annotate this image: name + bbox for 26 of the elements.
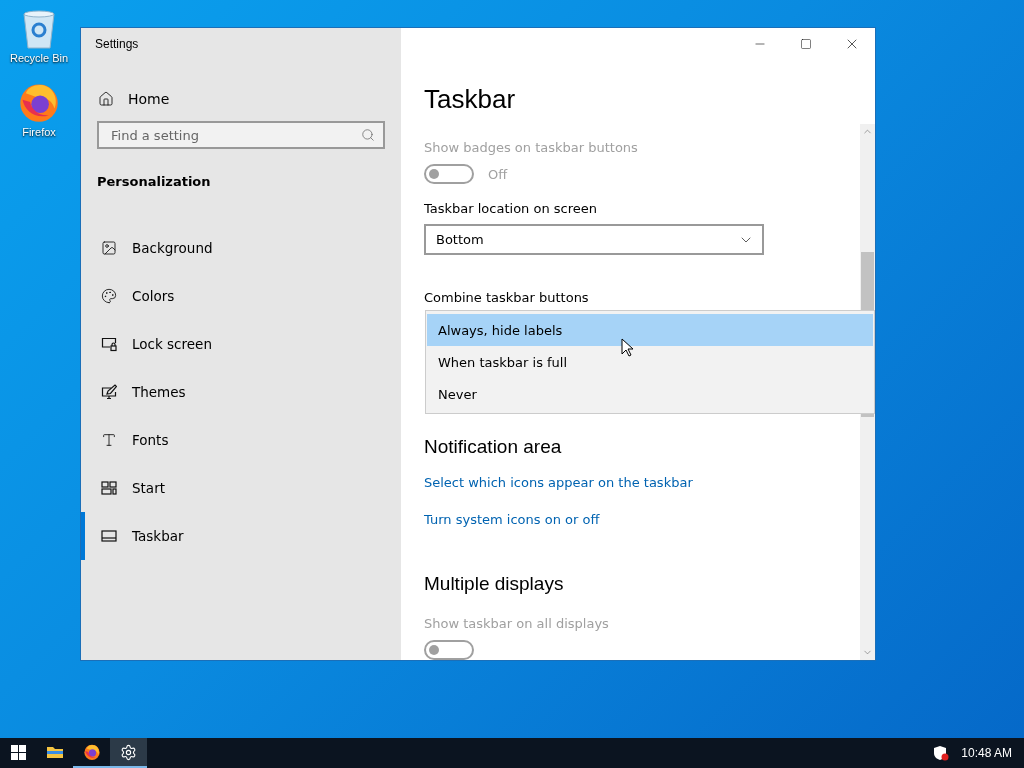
sidebar-item[interactable]: Start <box>81 464 401 512</box>
location-dropdown[interactable]: Bottom <box>424 224 764 256</box>
dropdown-option[interactable]: Never <box>427 378 873 410</box>
dropdown-option[interactable]: Always, hide labels <box>427 314 873 346</box>
sidebar-item[interactable]: Colors <box>81 272 401 320</box>
setting-label: Taskbar location on screen <box>424 201 597 217</box>
search-input[interactable]: Find a setting <box>109 126 361 144</box>
dropdown-option[interactable]: When taskbar is full <box>427 346 873 378</box>
clock[interactable]: 10:48 AM <box>961 746 1012 760</box>
setting-label: Combine taskbar buttons <box>424 290 589 306</box>
setting-label: Show taskbar on all displays <box>424 616 609 631</box>
search-field[interactable]: Find a setting <box>97 121 385 149</box>
sidebar-item[interactable]: Fonts <box>81 416 401 464</box>
section-heading: Personalization <box>97 174 212 189</box>
sidebar-item[interactable]: Background <box>81 224 401 272</box>
setting-label: Show badges on taskbar buttons <box>424 140 638 156</box>
section-heading: Multiple displays <box>424 572 564 595</box>
page-title: Taskbar <box>424 84 516 115</box>
sidebar-item[interactable]: Lock screen <box>81 320 401 368</box>
section-heading: Notification area <box>424 436 562 459</box>
settings-link[interactable]: Select which icons appear on the taskbar <box>424 475 693 491</box>
home-link[interactable]: Home <box>128 91 170 107</box>
settings-link[interactable]: Turn system icons on or off <box>424 511 600 527</box>
sidebar-item[interactable]: Themes <box>81 368 401 416</box>
window-title: Settings <box>95 37 140 51</box>
toggle-state: Off <box>488 166 508 182</box>
